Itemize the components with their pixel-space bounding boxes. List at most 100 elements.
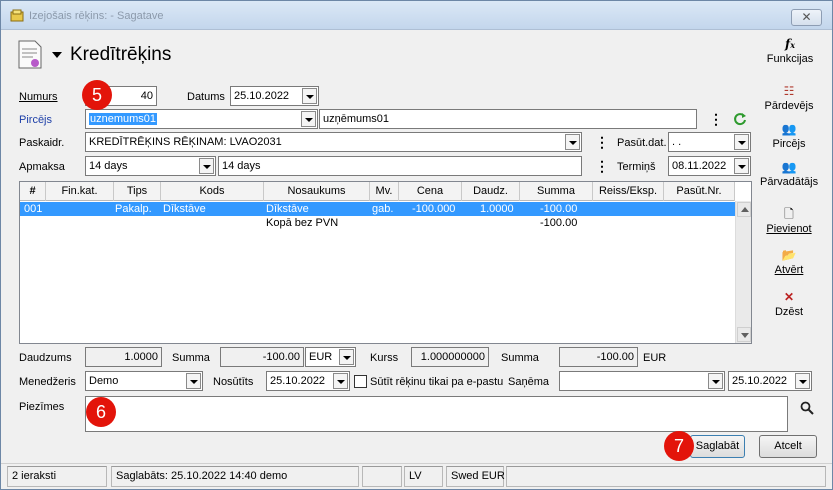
- status-currency: Swed EUR: [446, 466, 505, 487]
- carrier-icon: 👥: [781, 160, 797, 174]
- carrier-label: Pārvadātājs: [760, 176, 819, 188]
- pircejs-more-icon[interactable]: [709, 111, 723, 128]
- piezimes-textarea[interactable]: [85, 396, 788, 432]
- apmaksa-name-field[interactable]: 14 days: [218, 156, 582, 176]
- buyer-label: Pircējs: [772, 138, 806, 150]
- paskaidr-dropdown-icon[interactable]: [565, 134, 580, 150]
- email-only-checkbox[interactable]: [354, 375, 367, 388]
- cell-cena: -100.000: [412, 203, 456, 215]
- paskaidr-label: Paskaidr.: [19, 137, 65, 149]
- open-label: Atvērt: [774, 264, 804, 276]
- currency-dropdown-icon[interactable]: [339, 349, 354, 365]
- delete-icon: ✕: [783, 290, 795, 304]
- sanema-field[interactable]: [559, 371, 725, 391]
- pircejs-label[interactable]: Pircējs: [19, 114, 52, 126]
- col-header-pasut[interactable]: Pasūt.Nr.: [664, 182, 735, 201]
- table-row[interactable]: 001 Pakalp. Dīkstāve Dīkstāve gab. -100.…: [20, 202, 735, 216]
- email-only-label[interactable]: Sūtīt rēķinu tikai pa e-pastu: [370, 376, 503, 388]
- nosutits-dropdown-icon[interactable]: [333, 373, 348, 389]
- buyer-button[interactable]: 👥 Pircējs: [760, 122, 818, 150]
- col-header-mv[interactable]: Mv.: [370, 182, 399, 201]
- seller-button[interactable]: ☷ Pārdevējs: [760, 84, 818, 112]
- kurss-field: 1.000000000: [411, 347, 489, 367]
- kurss-label: Kurss: [370, 352, 399, 364]
- status-records: 2 ieraksti: [7, 466, 107, 487]
- col-header-num[interactable]: #: [20, 182, 46, 201]
- cell-nosaukums: Dīkstāve: [266, 203, 309, 215]
- save-button[interactable]: Saglabāt: [690, 435, 745, 458]
- functions-button[interactable]: fx Funkcijas: [764, 37, 816, 65]
- paskaidr-more-icon[interactable]: [595, 134, 609, 151]
- termins-dropdown-icon[interactable]: [734, 158, 749, 174]
- pasut-dat-field[interactable]: . .: [668, 132, 751, 152]
- col-header-nosaukums[interactable]: Nosaukums: [264, 182, 370, 201]
- status-saved: Saglabāts: 25.10.2022 14:40 demo: [111, 466, 359, 487]
- add-button[interactable]: 🗋 Pievienot: [760, 207, 818, 235]
- pasut-dat-value: . .: [672, 136, 682, 148]
- app-icon: [10, 9, 24, 22]
- delete-label: Dzēst: [774, 306, 804, 318]
- apmaksa-label: Apmaksa: [19, 161, 65, 173]
- col-header-tips[interactable]: Tips: [114, 182, 161, 201]
- cell-daudz: 1.0000: [480, 203, 514, 215]
- sanema-date-dropdown-icon[interactable]: [795, 373, 810, 389]
- apmaksa-code-value: 14 days: [89, 160, 128, 172]
- numurs-label: Numurs: [19, 91, 58, 103]
- col-header-cena[interactable]: Cena: [399, 182, 462, 201]
- nosutits-field[interactable]: 25.10.2022: [266, 371, 350, 391]
- total-value: -100.00: [540, 217, 578, 229]
- daudzums-field: 1.0000: [85, 347, 162, 367]
- scroll-down-icon[interactable]: [737, 327, 751, 342]
- cell-kods: Dīkstāve: [163, 203, 206, 215]
- grid-scrollbar[interactable]: [735, 201, 751, 343]
- lines-grid[interactable]: # Fin.kat. Tips Kods Nosaukums Mv. Cena …: [19, 181, 752, 344]
- close-button[interactable]: ✕: [791, 9, 822, 26]
- scroll-up-icon[interactable]: [737, 202, 751, 217]
- apmaksa-code-field[interactable]: 14 days: [85, 156, 216, 176]
- cell-num: 001: [24, 203, 43, 215]
- refresh-icon[interactable]: [733, 112, 747, 126]
- search-icon[interactable]: [800, 401, 814, 415]
- open-button[interactable]: 📂 Atvērt: [760, 248, 818, 276]
- apmaksa-dropdown-icon[interactable]: [199, 158, 214, 174]
- apmaksa-more-icon[interactable]: [595, 158, 609, 175]
- menedzeris-dropdown-icon[interactable]: [186, 373, 201, 389]
- col-header-summa[interactable]: Summa: [520, 182, 593, 201]
- datums-field[interactable]: 25.10.2022: [230, 86, 319, 106]
- sanema-date-field[interactable]: 25.10.2022: [728, 371, 812, 391]
- open-folder-icon: 📂: [781, 248, 797, 262]
- status-bar: 2 ieraksti Saglabāts: 25.10.2022 14:40 d…: [1, 463, 832, 489]
- pircejs-dropdown-icon[interactable]: [301, 111, 316, 127]
- col-header-daudz[interactable]: Daudz.: [462, 182, 520, 201]
- currency-select[interactable]: EUR: [305, 347, 356, 367]
- page-title: Kredītrēķins: [70, 44, 172, 65]
- document-icon: [18, 40, 42, 69]
- pasut-dat-dropdown-icon[interactable]: [734, 134, 749, 150]
- col-header-fin[interactable]: Fin.kat.: [46, 182, 114, 201]
- pircejs-code-field[interactable]: uznemums01: [85, 109, 318, 129]
- seller-icon: ☷: [783, 84, 795, 98]
- status-empty: [362, 466, 402, 487]
- callout-5: 5: [82, 80, 112, 110]
- col-header-kods[interactable]: Kods: [161, 182, 264, 201]
- datums-dropdown-icon[interactable]: [302, 88, 317, 104]
- sanema-dropdown-icon[interactable]: [708, 373, 723, 389]
- menu-caret-icon[interactable]: [52, 52, 62, 58]
- cell-summa: -100.00: [540, 203, 578, 215]
- menedzeris-field[interactable]: Demo: [85, 371, 203, 391]
- cancel-button[interactable]: Atcelt: [759, 435, 817, 458]
- pircejs-name-field[interactable]: uzņēmums01: [319, 109, 697, 129]
- carrier-button[interactable]: 👥 Pārvadātājs: [760, 160, 818, 188]
- datums-label: Datums: [187, 91, 225, 103]
- delete-button[interactable]: ✕ Dzēst: [760, 290, 818, 318]
- title-bar: Izejošais rēķins: - Sagatave: [1, 1, 832, 30]
- functions-label: Funkcijas: [766, 53, 814, 65]
- paskaidr-field[interactable]: KREDĪTRĒĶINS RĒĶINAM: LVAO2031: [85, 132, 582, 152]
- col-header-reiss[interactable]: Reiss/Eksp.: [593, 182, 664, 201]
- termins-field[interactable]: 08.11.2022: [668, 156, 751, 176]
- summa2-label: Summa: [501, 352, 539, 364]
- status-lang: LV: [404, 466, 443, 487]
- summa-field: -100.00: [220, 347, 304, 367]
- paskaidr-value: KREDĪTRĒĶINS RĒĶINAM: LVAO2031: [89, 136, 282, 148]
- nosutits-label: Nosūtīts: [213, 376, 254, 388]
